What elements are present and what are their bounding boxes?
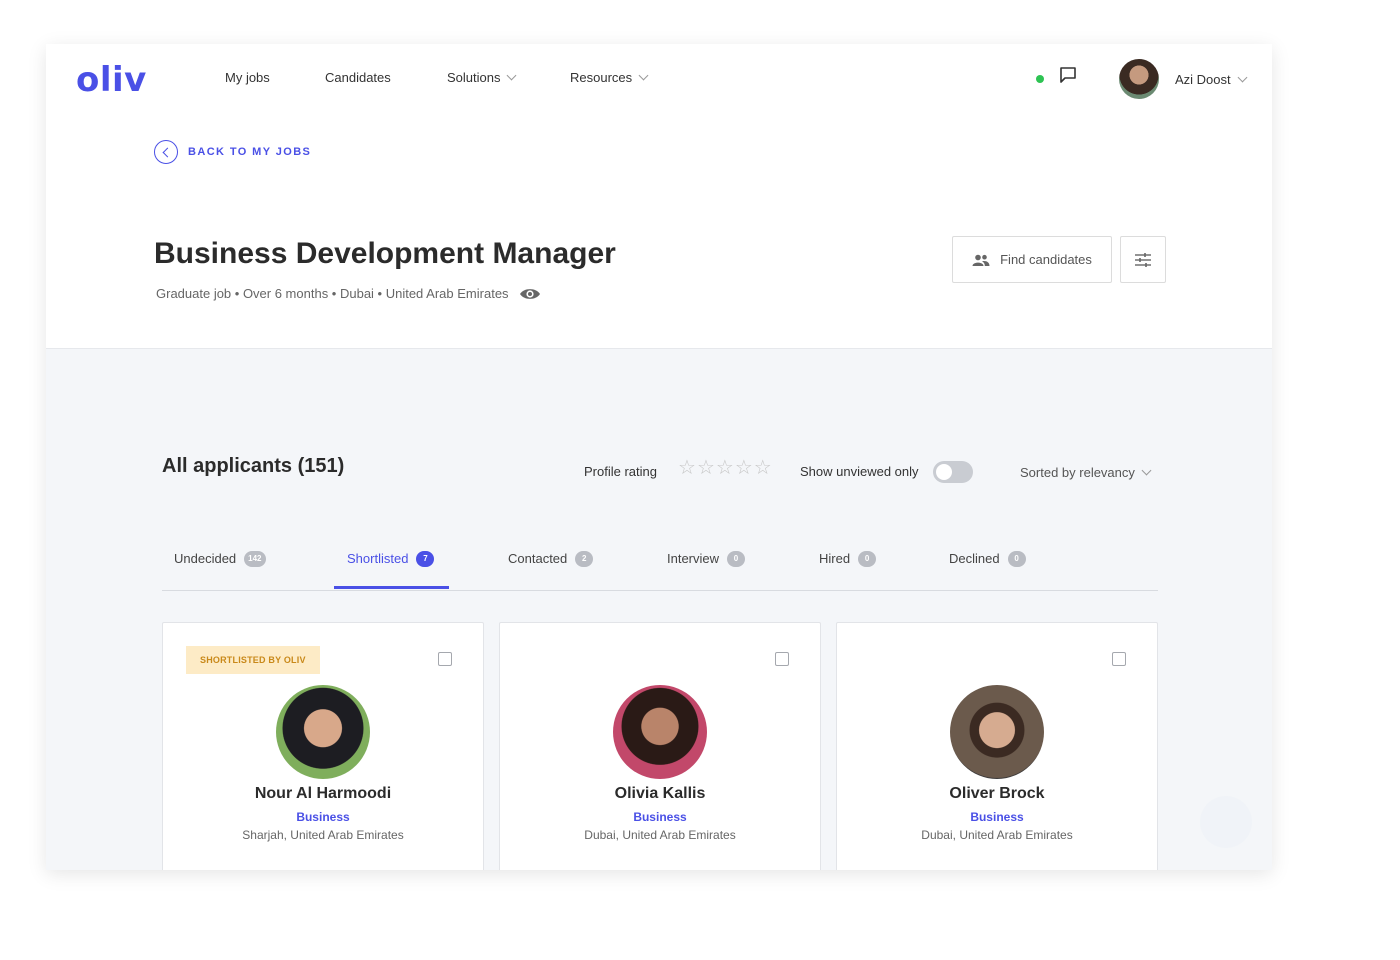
tab-declined[interactable]: Declined 0	[949, 551, 1026, 591]
avatar[interactable]	[276, 685, 370, 779]
sort-label: Sorted by relevancy	[1020, 465, 1135, 480]
find-candidates-button[interactable]: Find candidates	[952, 236, 1112, 283]
job-meta-text: Graduate job • Over 6 months • Dubai • U…	[156, 286, 509, 301]
applicants-title: All applicants (151)	[162, 455, 345, 477]
online-status-dot	[1036, 75, 1044, 83]
count-badge: 2	[575, 551, 594, 567]
candidate-card[interactable]: Olivia Kallis Business Dubai, United Ara…	[499, 622, 821, 870]
floating-help-button[interactable]	[1200, 796, 1252, 848]
tab-contacted[interactable]: Contacted 2	[508, 551, 594, 591]
tab-label: Shortlisted	[347, 551, 409, 566]
star-icon[interactable]: ☆	[716, 458, 734, 478]
status-tabs: Undecided 142 Shortlisted 7 Contacted 2 …	[162, 539, 1158, 591]
find-candidates-label: Find candidates	[1000, 252, 1092, 267]
candidate-field: Business	[296, 810, 350, 824]
candidate-location: Dubai, United Arab Emirates	[584, 828, 736, 842]
show-unviewed-label: Show unviewed only	[800, 464, 919, 479]
select-checkbox[interactable]	[1112, 652, 1126, 666]
show-unviewed-toggle[interactable]	[933, 461, 973, 483]
candidate-field: Business	[970, 810, 1024, 824]
candidate-card[interactable]: Oliver Brock Business Dubai, United Arab…	[836, 622, 1158, 870]
count-badge: 0	[1007, 551, 1026, 567]
tab-hired[interactable]: Hired 0	[819, 551, 877, 591]
chevron-down-icon	[507, 70, 517, 81]
eye-icon[interactable]	[519, 287, 541, 301]
tab-interview[interactable]: Interview 0	[667, 551, 746, 591]
candidate-name[interactable]: Olivia Kallis	[500, 785, 820, 803]
chevron-down-icon	[1237, 72, 1248, 83]
nav-my-jobs[interactable]: My jobs	[225, 70, 270, 85]
tab-label: Hired	[819, 551, 851, 566]
user-avatar[interactable]	[1119, 59, 1159, 99]
job-meta: Graduate job • Over 6 months • Dubai • U…	[156, 286, 541, 301]
star-icon[interactable]: ☆	[735, 458, 753, 478]
select-checkbox[interactable]	[775, 652, 789, 666]
back-to-my-jobs-link[interactable]: BACK TO MY JOBS	[154, 140, 311, 164]
count-badge: 0	[858, 551, 877, 567]
chat-icon[interactable]	[1059, 66, 1077, 84]
nav-label: Candidates	[325, 70, 391, 85]
candidate-location: Sharjah, United Arab Emirates	[242, 828, 404, 842]
profile-rating-stars[interactable]: ☆ ☆ ☆ ☆ ☆	[678, 458, 772, 478]
tab-label: Declined	[949, 551, 1000, 566]
chevron-down-icon	[638, 70, 649, 81]
profile-rating-label: Profile rating	[584, 464, 657, 479]
app-window: oliv My jobs Candidates Solutions Resour…	[46, 44, 1272, 870]
avatar[interactable]	[613, 685, 707, 779]
select-checkbox[interactable]	[438, 652, 452, 666]
candidate-card[interactable]: SHORTLISTED BY OLIV Nour Al Harmoodi Bus…	[162, 622, 484, 870]
users-icon	[972, 254, 990, 266]
user-menu[interactable]: Azi Doost	[1175, 72, 1248, 87]
avatar[interactable]	[950, 685, 1044, 779]
candidate-name[interactable]: Oliver Brock	[837, 785, 1157, 803]
applicants-section: All applicants (151) Profile rating ☆ ☆ …	[46, 348, 1272, 870]
page-title: Business Development Manager	[154, 237, 616, 270]
tab-label: Interview	[667, 551, 720, 566]
sort-dropdown[interactable]: Sorted by relevancy	[1020, 465, 1152, 480]
tab-shortlisted[interactable]: Shortlisted 7	[347, 551, 435, 591]
nav-label: My jobs	[225, 70, 270, 85]
candidate-field: Business	[633, 810, 687, 824]
sliders-icon	[1135, 252, 1151, 267]
logo[interactable]: oliv	[76, 60, 147, 100]
star-icon[interactable]: ☆	[678, 458, 696, 478]
count-badge: 7	[416, 551, 435, 567]
active-tab-indicator	[334, 586, 449, 589]
star-icon[interactable]: ☆	[754, 458, 772, 478]
star-icon[interactable]: ☆	[697, 458, 715, 478]
nav-candidates[interactable]: Candidates	[325, 70, 391, 85]
count-badge: 0	[727, 551, 746, 567]
chevron-left-icon	[154, 140, 178, 164]
tab-undecided[interactable]: Undecided 142	[174, 551, 266, 591]
chevron-down-icon	[1141, 465, 1152, 476]
back-link-label: BACK TO MY JOBS	[188, 146, 312, 158]
user-name: Azi Doost	[1175, 72, 1231, 87]
tab-label: Contacted	[508, 551, 568, 566]
nav-label: Solutions	[447, 70, 501, 85]
top-navigation: oliv My jobs Candidates Solutions Resour…	[46, 44, 1272, 114]
tab-label: Undecided	[174, 551, 237, 566]
shortlisted-by-oliv-tag: SHORTLISTED BY OLIV	[186, 646, 320, 674]
nav-resources[interactable]: Resources	[570, 70, 649, 85]
candidate-name[interactable]: Nour Al Harmoodi	[163, 785, 483, 803]
candidate-location: Dubai, United Arab Emirates	[921, 828, 1073, 842]
count-badge: 142	[244, 551, 266, 567]
nav-label: Resources	[570, 70, 633, 85]
nav-solutions[interactable]: Solutions	[447, 70, 517, 85]
filter-settings-button[interactable]	[1120, 236, 1166, 283]
